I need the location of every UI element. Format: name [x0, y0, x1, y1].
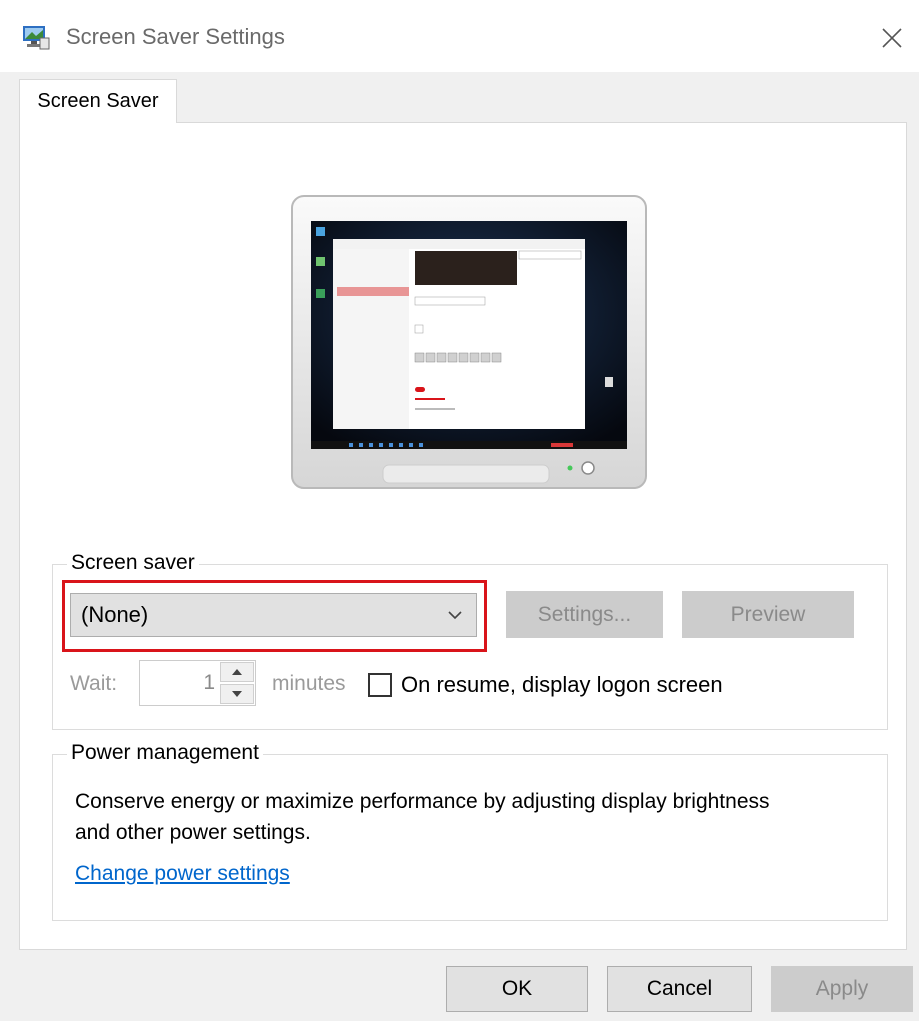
close-button[interactable] [874, 20, 910, 56]
settings-button-label: Settings... [537, 602, 632, 626]
caret-up-icon [232, 669, 242, 675]
screensaver-app-icon [23, 26, 50, 50]
wait-label: Wait: [70, 672, 118, 695]
title-bar: Screen Saver Settings [0, 0, 919, 72]
monitor-preview [291, 195, 647, 489]
caret-down-icon [232, 691, 242, 697]
spinner-arrows [220, 662, 254, 704]
apply-button[interactable]: Apply [771, 966, 913, 1012]
spinner-down-button[interactable] [220, 684, 254, 704]
settings-button[interactable]: Settings... [506, 591, 663, 638]
cancel-button[interactable]: Cancel [607, 966, 752, 1012]
screen-saver-group-label: Screen saver [67, 551, 199, 575]
apply-button-label: Apply [815, 977, 869, 1000]
preview-button-label: Preview [730, 602, 806, 626]
minutes-label: minutes [272, 672, 346, 695]
cancel-button-label: Cancel [646, 977, 713, 1000]
wait-value: 1 [203, 671, 215, 694]
change-power-settings-link[interactable]: Change power settings [75, 862, 290, 886]
logon-checkbox-label[interactable]: On resume, display logon screen [401, 672, 723, 698]
window-title: Screen Saver Settings [66, 24, 285, 49]
spinner-up-button[interactable] [220, 662, 254, 682]
ok-button-label: OK [501, 977, 533, 1000]
power-management-label: Power management [67, 741, 263, 765]
preview-button[interactable]: Preview [682, 591, 854, 638]
close-icon [882, 28, 902, 48]
tab-label: Screen Saver [37, 90, 159, 112]
power-description: Conserve energy or maximize performance … [75, 790, 770, 844]
tab-screen-saver[interactable]: Screen Saver [19, 79, 177, 123]
ok-button[interactable]: OK [446, 966, 588, 1012]
wait-minutes-spinner[interactable]: 1 [139, 660, 256, 706]
logon-checkbox[interactable] [368, 673, 392, 697]
highlight-box [62, 580, 487, 652]
